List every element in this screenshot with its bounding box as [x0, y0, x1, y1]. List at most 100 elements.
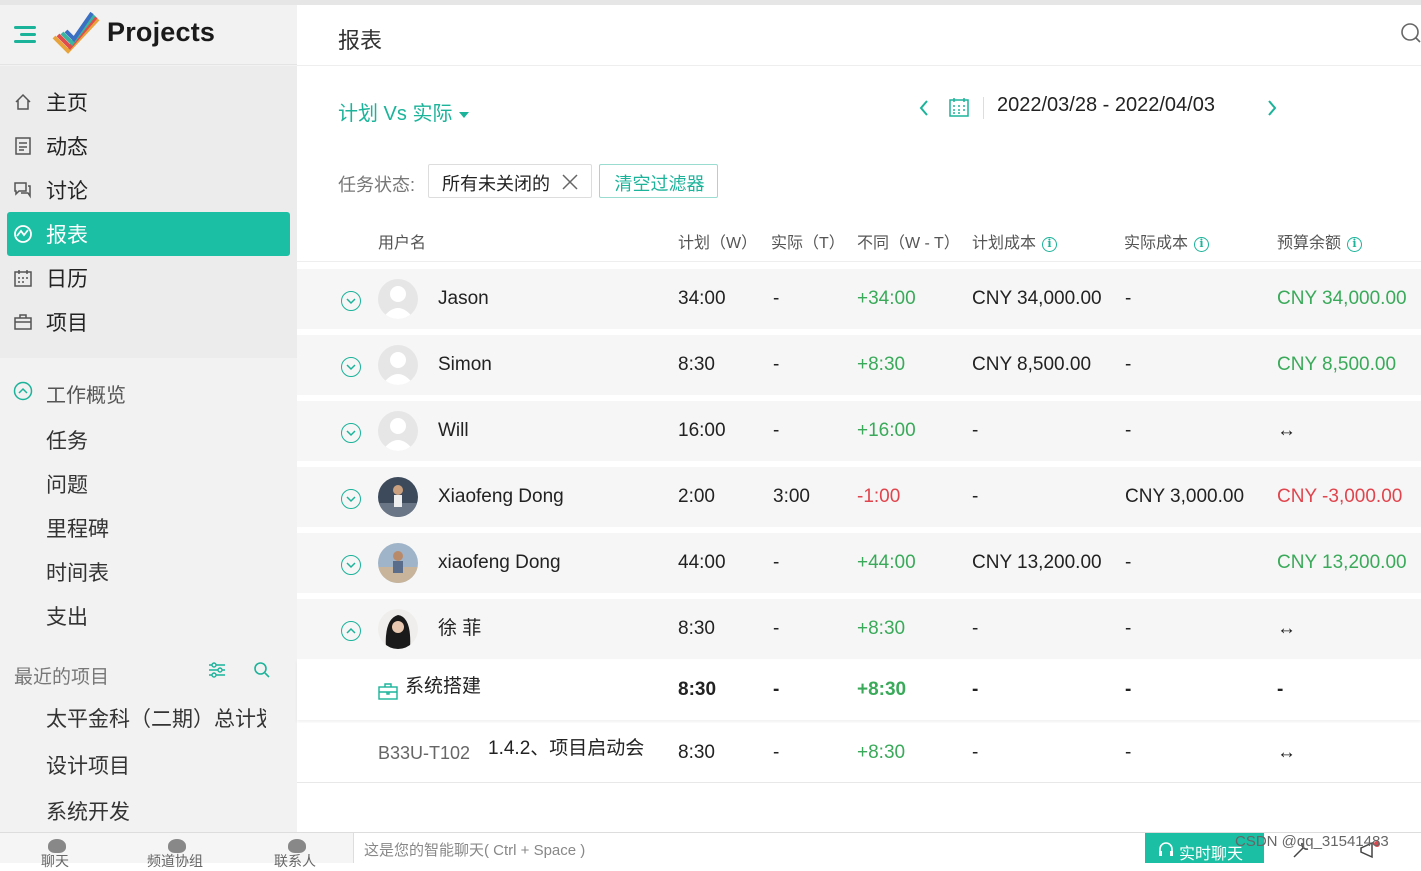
- budget-balance: CNY -3,000.00: [1277, 486, 1403, 507]
- avatar: [378, 543, 418, 583]
- headset-icon: [1159, 842, 1173, 856]
- nav-item-reports[interactable]: 报表: [7, 212, 290, 256]
- plan-cost-label: 计划成本: [972, 235, 1037, 252]
- task-name[interactable]: 1.4.2、项目启动会: [488, 719, 644, 779]
- expand-row-icon[interactable]: [341, 489, 361, 509]
- project-name[interactable]: 系统搭建: [405, 657, 481, 717]
- sidebar-header: Projects: [0, 5, 297, 65]
- sidebar-item-timesheet[interactable]: 时间表: [46, 557, 109, 587]
- table-row[interactable]: 徐 菲 8:30 - +8:30 - - ↔: [297, 599, 1421, 659]
- date-range[interactable]: 2022/03/28 - 2022/04/03: [997, 94, 1215, 117]
- date-divider: [983, 97, 984, 119]
- clear-filter-button[interactable]: 清空过滤器: [599, 164, 718, 198]
- actual-hours: -: [773, 742, 780, 763]
- contacts-tab[interactable]: 联系人: [250, 833, 340, 869]
- actual-cost: CNY 3,000.00: [1125, 486, 1245, 507]
- recent-project-item[interactable]: 太平金科（二期）总计划: [46, 703, 266, 733]
- expand-row-icon[interactable]: [341, 555, 361, 575]
- column-header-budget[interactable]: 预算余额 i: [1277, 229, 1363, 253]
- user-name: Jason: [438, 288, 489, 309]
- hamburger-menu-icon[interactable]: [12, 25, 36, 43]
- sidebar-item-issues[interactable]: 问题: [46, 469, 88, 499]
- brand-name: Projects: [107, 17, 216, 47]
- column-header-actual-cost[interactable]: 实际成本 i: [1124, 229, 1210, 253]
- info-icon[interactable]: i: [1042, 237, 1058, 252]
- column-header-actual[interactable]: 实际（T）: [771, 229, 845, 253]
- sidebar: Projects 主页 动态 讨论 报表 日历 项目 工作概览 任务 问题 里程…: [0, 5, 297, 832]
- diff-hours: +34:00: [857, 288, 916, 309]
- task-row[interactable]: B33U-T102 1.4.2、项目启动会 8:30 - +8:30 - - ↔: [297, 723, 1421, 783]
- plan-cost: -: [972, 742, 979, 763]
- chevron-right-icon[interactable]: [1265, 97, 1279, 119]
- sidebar-item-milestones[interactable]: 里程碑: [46, 513, 109, 543]
- actual-cost: -: [1125, 288, 1132, 309]
- avatar: [378, 411, 418, 451]
- info-icon[interactable]: i: [1194, 237, 1210, 252]
- tab-label: 聊天: [41, 853, 69, 869]
- diff-hours: +8:30: [857, 679, 907, 700]
- section-label: 工作概览: [46, 385, 126, 407]
- column-header-plan-cost[interactable]: 计划成本 i: [972, 229, 1058, 253]
- nav-item-projects[interactable]: 项目: [7, 300, 290, 344]
- search-icon[interactable]: [1397, 21, 1421, 45]
- expand-row-icon[interactable]: [341, 423, 361, 443]
- close-icon[interactable]: [560, 172, 580, 192]
- table-row[interactable]: Jason 34:00 - +34:00 CNY 34,000.00 - CNY…: [297, 269, 1421, 329]
- user-name: xiaofeng Dong: [438, 552, 561, 573]
- chat-input[interactable]: 这是您的智能聊天( Ctrl + Space ): [364, 839, 585, 860]
- report-view-dropdown[interactable]: 计划 Vs 实际: [338, 97, 470, 126]
- nav-label: 报表: [46, 224, 88, 247]
- task-id[interactable]: B33U-T102: [378, 723, 470, 783]
- work-overview-section[interactable]: 工作概览: [0, 373, 297, 409]
- watermark: CSDN @qq_31541483: [1235, 833, 1389, 850]
- nav-item-discussion[interactable]: 讨论: [7, 168, 290, 212]
- column-header-plan[interactable]: 计划（W）: [678, 229, 757, 253]
- diff-hours: -1:00: [857, 486, 901, 507]
- chat-tab[interactable]: 聊天: [10, 833, 100, 869]
- clear-filter-label: 清空过滤器: [614, 174, 705, 194]
- actual-cost-label: 实际成本: [1124, 235, 1189, 252]
- calendar-icon[interactable]: [948, 96, 970, 118]
- sidebar-item-expenses[interactable]: 支出: [46, 601, 88, 631]
- column-header-diff[interactable]: 不同（W - T）: [857, 229, 960, 253]
- collapse-circle-icon: [13, 381, 33, 401]
- task-status-label: 任务状态:: [338, 175, 416, 195]
- user-name: Simon: [438, 354, 492, 375]
- plan-hours: 8:30: [678, 679, 717, 700]
- expand-row-icon[interactable]: [341, 291, 361, 311]
- plan-hours: 2:00: [678, 486, 715, 507]
- actual-hours: -: [773, 679, 780, 700]
- column-header-user[interactable]: 用户名: [378, 229, 426, 253]
- sidebar-item-tasks[interactable]: 任务: [46, 425, 88, 455]
- expand-row-icon[interactable]: [341, 357, 361, 377]
- project-row[interactable]: 系统搭建 8:30 - +8:30 - - -: [297, 660, 1421, 720]
- table-row[interactable]: Simon 8:30 - +8:30 CNY 8,500.00 - CNY 8,…: [297, 335, 1421, 395]
- actual-cost: -: [1125, 679, 1132, 700]
- plan-hours: 8:30: [678, 618, 715, 639]
- filter-chip[interactable]: 所有未关闭的: [428, 164, 592, 198]
- table-row[interactable]: Will 16:00 - +16:00 - - ↔: [297, 401, 1421, 461]
- search-icon[interactable]: [253, 661, 271, 679]
- briefcase-icon: [378, 683, 398, 700]
- info-icon[interactable]: i: [1347, 237, 1363, 252]
- plan-cost: CNY 13,200.00: [972, 552, 1102, 573]
- channels-tab[interactable]: 频道协组: [130, 833, 220, 869]
- report-icon: [14, 225, 32, 243]
- filter-sliders-icon[interactable]: [207, 661, 227, 679]
- budget-balance: CNY 13,200.00: [1277, 552, 1407, 573]
- nav-item-feed[interactable]: 动态: [7, 124, 290, 168]
- recent-project-item[interactable]: 系统开发: [46, 796, 130, 826]
- recent-projects-heading: 最近的项目: [14, 667, 110, 688]
- live-chat-label: 实时聊天: [1179, 846, 1244, 863]
- plan-hours: 34:00: [678, 288, 726, 309]
- actual-hours: -: [773, 552, 780, 573]
- actual-cost: -: [1125, 354, 1132, 375]
- chevron-left-icon[interactable]: [917, 97, 931, 119]
- table-row[interactable]: Xiaofeng Dong 2:00 3:00 -1:00 - CNY 3,00…: [297, 467, 1421, 527]
- nav-item-calendar[interactable]: 日历: [7, 256, 290, 300]
- collapse-row-icon[interactable]: [341, 621, 361, 641]
- nav-item-home[interactable]: 主页: [7, 80, 290, 124]
- calendar-icon: [14, 270, 32, 287]
- recent-project-item[interactable]: 设计项目: [46, 750, 130, 780]
- table-row[interactable]: xiaofeng Dong 44:00 - +44:00 CNY 13,200.…: [297, 533, 1421, 593]
